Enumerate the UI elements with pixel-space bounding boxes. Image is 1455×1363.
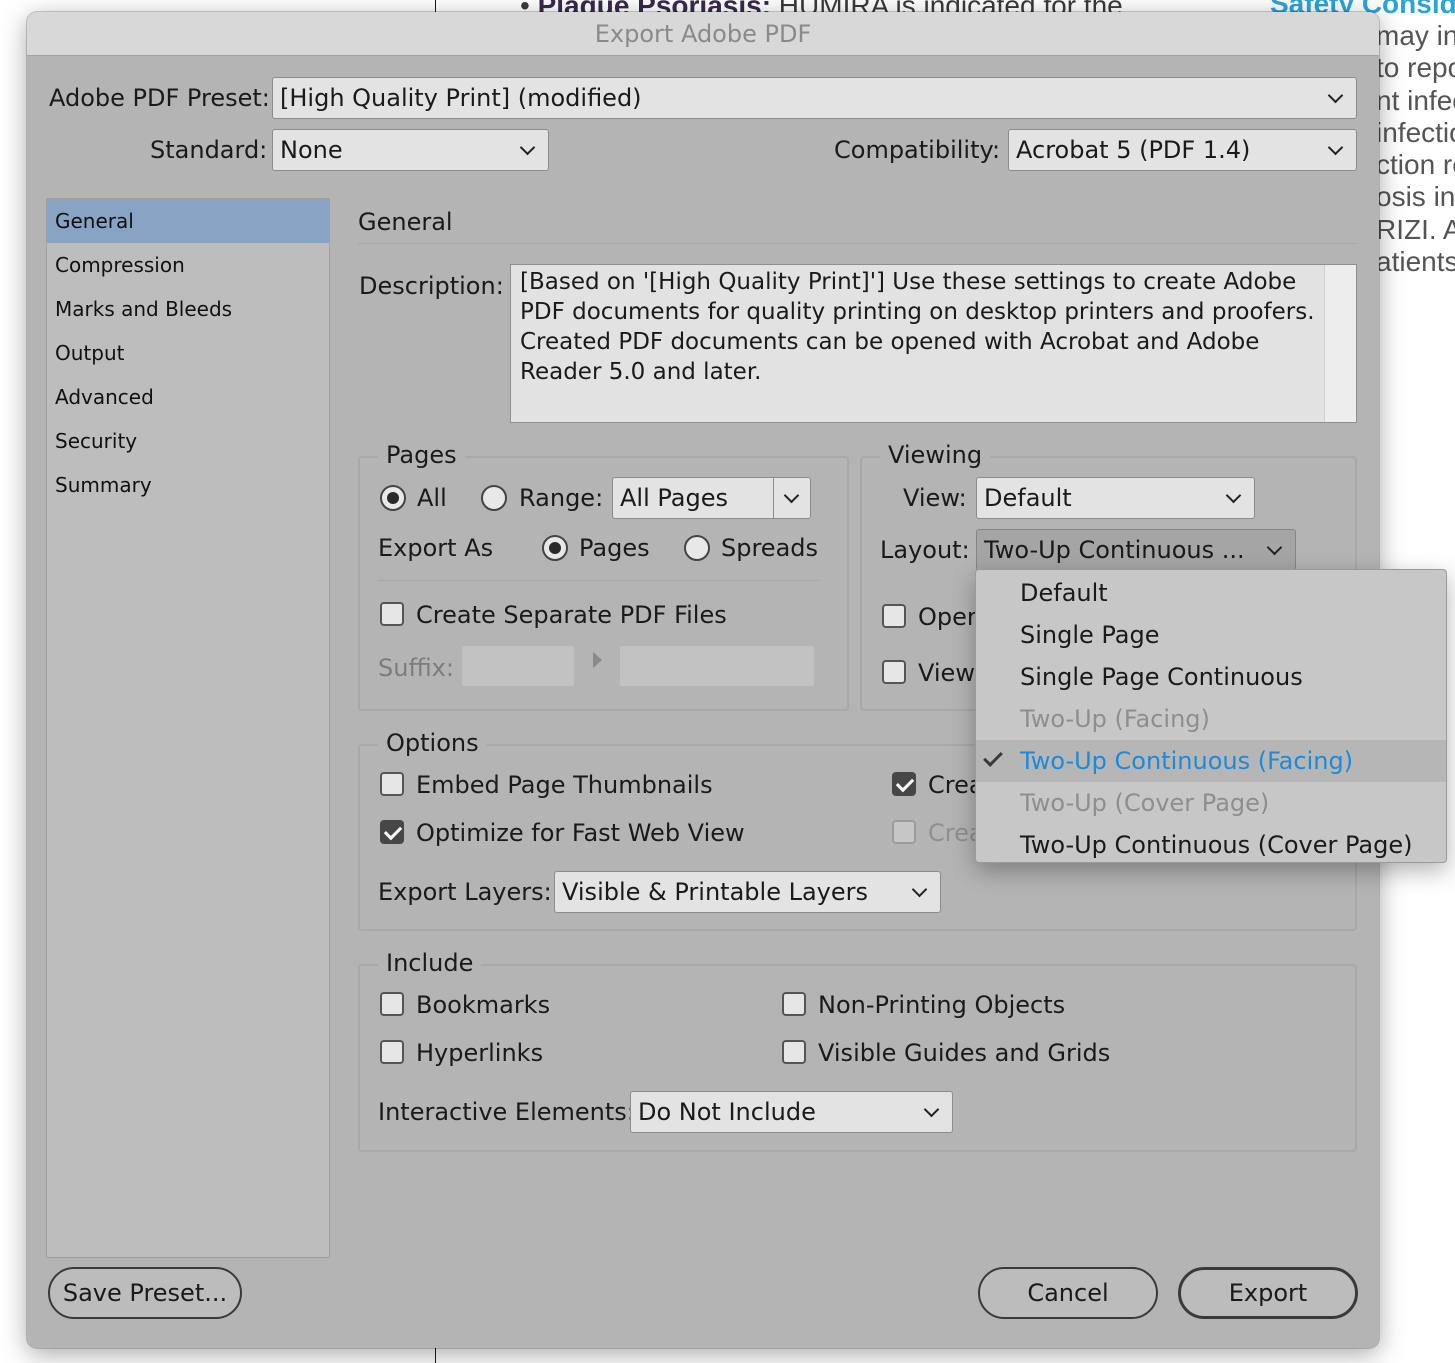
layout-select[interactable]: Two-Up Continuous ... xyxy=(976,529,1296,571)
export-spreads-label: Spreads xyxy=(721,534,819,562)
hyperlinks-checkbox[interactable] xyxy=(380,1040,404,1064)
viewing-group-title: Viewing xyxy=(880,441,991,469)
export-spreads-radio[interactable] xyxy=(684,535,710,561)
embed-thumbnails-label: Embed Page Thumbnails xyxy=(416,771,713,799)
layout-label: Layout: xyxy=(880,536,970,564)
sidebar-item-general[interactable]: General xyxy=(47,199,329,243)
view-label: View: xyxy=(903,484,967,512)
caret-right-icon[interactable] xyxy=(593,652,602,668)
non-printing-objects-checkbox[interactable] xyxy=(782,992,806,1016)
sidebar-item-output[interactable]: Output xyxy=(47,331,329,375)
document-right-text: may inc to repo nt infec infectio ction … xyxy=(1376,20,1455,278)
open-in-acrobat-checkbox[interactable] xyxy=(882,604,906,628)
compatibility-label: Compatibility: xyxy=(834,136,1001,164)
export-layers-select[interactable]: Visible & Printable Layers xyxy=(554,871,941,913)
export-pages-radio[interactable] xyxy=(542,535,568,561)
chevron-down-icon xyxy=(1224,478,1244,518)
non-printing-objects-label: Non-Printing Objects xyxy=(818,991,1066,1019)
menu-item-two-up-continuous-facing[interactable]: Two-Up Continuous (Facing) xyxy=(976,740,1446,782)
optimize-web-label: Optimize for Fast Web View xyxy=(416,819,745,847)
description-textarea[interactable]: [Based on '[High Quality Print]'] Use th… xyxy=(510,264,1357,423)
create-separate-label: Create Separate PDF Files xyxy=(416,601,727,629)
visible-guides-label: Visible Guides and Grids xyxy=(818,1039,1111,1067)
create-separate-checkbox[interactable] xyxy=(380,602,404,626)
view-pdf-after-checkbox[interactable] xyxy=(882,660,906,684)
sidebar-item-summary[interactable]: Summary xyxy=(47,463,329,507)
chevron-down-icon xyxy=(518,130,538,170)
menu-item-two-up-continuous-cover-page[interactable]: Two-Up Continuous (Cover Page) xyxy=(976,824,1446,866)
visible-guides-checkbox[interactable] xyxy=(782,1040,806,1064)
sidebar-item-marks-and-bleeds[interactable]: Marks and Bleeds xyxy=(47,287,329,331)
create-acrobat-layers-checkbox[interactable] xyxy=(892,820,916,844)
description-scrollbar[interactable] xyxy=(1324,265,1356,422)
export-layers-label: Export Layers: xyxy=(378,878,552,906)
embed-thumbnails-checkbox[interactable] xyxy=(380,772,404,796)
preset-label: Adobe PDF Preset: xyxy=(49,84,270,112)
all-pages-label: All xyxy=(417,484,447,512)
hyperlinks-label: Hyperlinks xyxy=(416,1039,544,1067)
suffix-label: Suffix: xyxy=(378,654,454,682)
bookmarks-checkbox[interactable] xyxy=(380,992,404,1016)
dialog-titlebar[interactable]: Export Adobe PDF xyxy=(27,12,1379,56)
options-group-title: Options xyxy=(378,729,487,757)
sidebar-item-advanced[interactable]: Advanced xyxy=(47,375,329,419)
section-heading: General xyxy=(358,208,453,236)
range-combo[interactable]: All Pages xyxy=(612,477,811,519)
checkmark-icon xyxy=(983,747,1003,767)
export-pages-label: Pages xyxy=(579,534,650,562)
range-label: Range: xyxy=(519,484,604,512)
chevron-down-icon xyxy=(910,872,930,912)
open-in-acrobat-label: Open xyxy=(918,603,983,631)
menu-item-default[interactable]: Default xyxy=(976,572,1446,614)
create-tagged-checkbox[interactable] xyxy=(892,772,916,796)
interactive-elements-select[interactable]: Do Not Include xyxy=(630,1091,953,1133)
category-sidebar: General Compression Marks and Bleeds Out… xyxy=(46,198,330,1258)
suffix-token-field[interactable] xyxy=(620,646,814,686)
chevron-down-icon xyxy=(922,1092,942,1132)
export-button[interactable]: Export xyxy=(1178,1267,1358,1319)
sidebar-item-compression[interactable]: Compression xyxy=(47,243,329,287)
chevron-down-icon xyxy=(1326,78,1346,118)
layout-dropdown-menu: Default Single Page Single Page Continuo… xyxy=(975,569,1447,863)
menu-item-single-page-continuous[interactable]: Single Page Continuous xyxy=(976,656,1446,698)
description-label: Description: xyxy=(359,272,504,300)
chevron-down-icon xyxy=(1265,530,1285,570)
optimize-web-checkbox[interactable] xyxy=(380,820,404,844)
export-as-label: Export As xyxy=(378,534,494,562)
menu-item-two-up-cover-page: Two-Up (Cover Page) xyxy=(1020,789,1270,817)
range-radio[interactable] xyxy=(481,485,507,511)
cancel-button[interactable]: Cancel xyxy=(978,1267,1158,1319)
bookmarks-label: Bookmarks xyxy=(416,991,551,1019)
compatibility-select[interactable]: Acrobat 5 (PDF 1.4) xyxy=(1008,129,1357,171)
chevron-down-icon xyxy=(782,478,802,518)
pages-group-title: Pages xyxy=(378,441,465,469)
save-preset-button[interactable]: Save Preset... xyxy=(48,1267,242,1319)
dialog-title: Export Adobe PDF xyxy=(594,20,812,48)
pages-divider xyxy=(378,580,819,581)
section-divider xyxy=(358,243,1357,244)
menu-item-single-page[interactable]: Single Page xyxy=(976,614,1446,656)
combo-divider xyxy=(773,478,774,518)
include-group-title: Include xyxy=(378,949,482,977)
suffix-input[interactable] xyxy=(462,646,574,686)
view-pdf-after-label: View xyxy=(918,659,975,687)
preset-select[interactable]: [High Quality Print] (modified) xyxy=(272,77,1357,119)
standard-select[interactable]: None xyxy=(272,129,549,171)
all-pages-radio[interactable] xyxy=(380,485,406,511)
chevron-down-icon xyxy=(1326,130,1346,170)
interactive-elements-label: Interactive Elements: xyxy=(378,1098,635,1126)
menu-item-two-up-facing: Two-Up (Facing) xyxy=(1020,705,1210,733)
sidebar-item-security[interactable]: Security xyxy=(47,419,329,463)
standard-label: Standard: xyxy=(150,136,268,164)
view-select[interactable]: Default xyxy=(976,477,1255,519)
